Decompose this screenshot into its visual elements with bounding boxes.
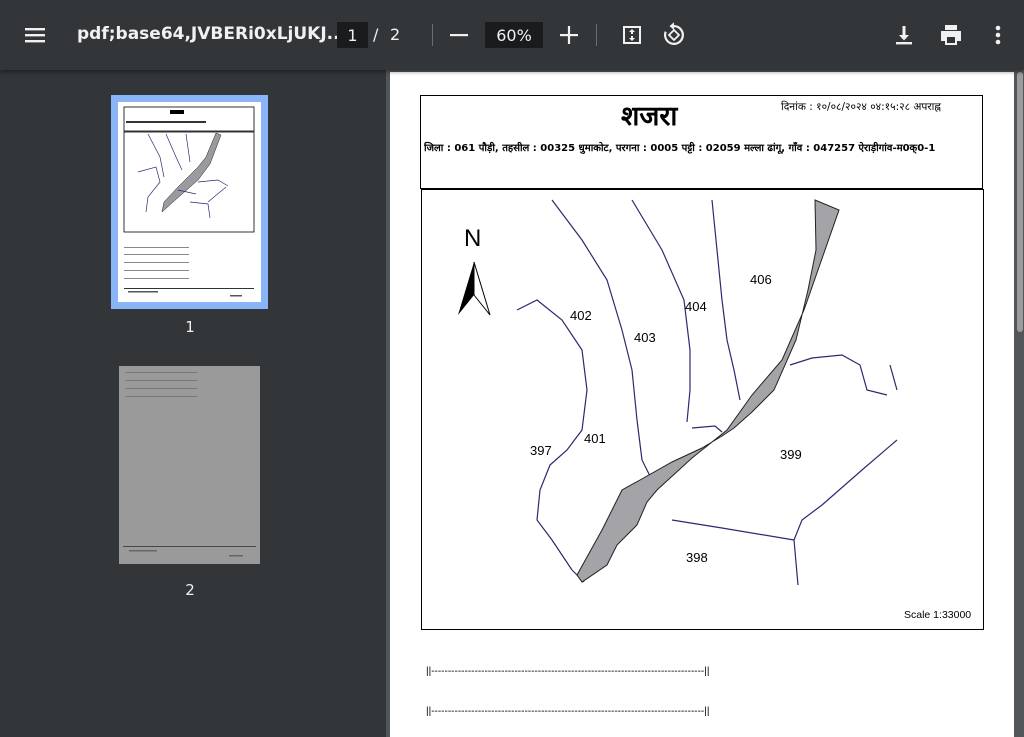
minus-icon — [450, 34, 468, 37]
thumbnail-label-1: 1 — [185, 318, 195, 336]
north-arrow-icon — [458, 261, 491, 316]
pdf-page-1: शजरा दिनांक : १०/०८/२०२४ ०४:१५:२८ अपराह्… — [390, 72, 1014, 737]
plot-number: 402 — [570, 308, 592, 323]
rule-line: ||--------------------------------------… — [426, 706, 710, 717]
menu-icon[interactable] — [15, 15, 55, 55]
location-line: जिला : 061 पौड़ी, तहसील : 00325 धुमाकोट,… — [424, 143, 936, 154]
zoom-out-button[interactable] — [439, 15, 479, 55]
thumbnail-sidebar: 1 2 — [0, 70, 386, 737]
zoom-in-button[interactable] — [549, 15, 589, 55]
document-title: शजरा — [621, 101, 678, 132]
more-options-button[interactable] — [978, 15, 1018, 55]
total-pages: 2 — [390, 25, 401, 44]
document-viewer[interactable]: शजरा दिनांक : १०/०८/२०२४ ०४:१५:२८ अपराह्… — [386, 70, 1024, 737]
plot-number: 398 — [686, 550, 708, 565]
more-vert-icon — [995, 25, 1001, 45]
fit-page-icon — [623, 26, 641, 44]
thumbnail-label-2: 2 — [185, 581, 195, 599]
file-title: pdf;base64,JVBERi0xLjUKJ... — [77, 24, 347, 44]
thumbnail-page-2[interactable] — [119, 366, 260, 564]
shajra-map: N 402 403 404 406 401 397 399 398 Scale … — [458, 199, 971, 621]
print-icon — [941, 25, 961, 45]
fit-page-button[interactable] — [612, 15, 652, 55]
plot-number: 401 — [584, 431, 606, 446]
download-button[interactable] — [884, 15, 924, 55]
thumbnail-preview — [123, 106, 255, 297]
divider — [432, 24, 433, 46]
map-box: N 402 403 404 406 401 397 399 398 Scale … — [421, 189, 984, 630]
north-label: N — [464, 225, 481, 252]
rotate-button[interactable] — [654, 15, 694, 55]
pdf-toolbar: pdf;base64,JVBERi0xLjUKJ... 1 / 2 60% — [0, 0, 1024, 70]
scrollbar-thumb[interactable] — [1017, 72, 1023, 332]
header-box: शजरा दिनांक : १०/०८/२०२४ ०४:१५:२८ अपराह्… — [420, 95, 983, 189]
rule-line: ||--------------------------------------… — [426, 666, 710, 677]
plot-number: 397 — [530, 443, 552, 458]
download-icon — [896, 26, 912, 45]
page-separator: / — [373, 25, 379, 44]
thumbnail-page-1[interactable] — [111, 95, 268, 309]
plot-number: 406 — [750, 272, 772, 287]
print-button[interactable] — [931, 15, 971, 55]
rotate-icon — [663, 22, 684, 45]
plus-icon — [560, 26, 578, 44]
scale-text: Scale 1:33000 — [904, 609, 971, 621]
divider — [596, 24, 597, 46]
plot-number: 403 — [634, 330, 656, 345]
zoom-level-input[interactable]: 60% — [485, 22, 543, 48]
plot-number: 399 — [780, 447, 802, 462]
plot-number: 404 — [685, 299, 707, 314]
date-line: दिनांक : १०/०८/२०२४ ०४:१५:२८ अपराह्न — [781, 101, 941, 113]
thumbnail-preview — [123, 372, 256, 557]
page-number-input[interactable]: 1 — [337, 22, 368, 48]
